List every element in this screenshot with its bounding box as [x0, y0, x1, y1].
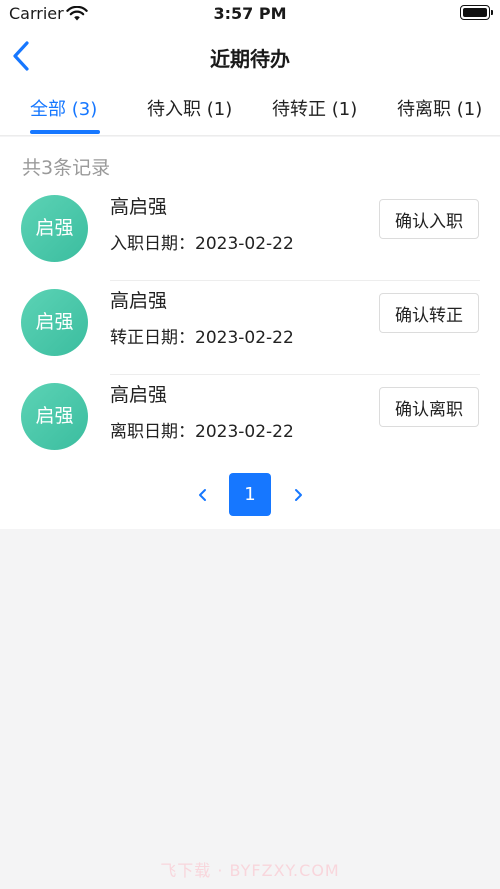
tab-all[interactable]: 全部 (3)	[30, 84, 97, 136]
clock-label: 3:57 PM	[213, 4, 287, 23]
avatar: 启强	[21, 383, 88, 450]
watermark: 飞下载 · BYFZXY.COM	[160, 861, 340, 880]
nav-bar: 近期待办	[0, 28, 500, 84]
battery-icon	[460, 5, 493, 20]
tab-pending-onboard[interactable]: 待入职 (1)	[147, 84, 232, 136]
employee-name: 高启强	[110, 196, 168, 218]
tab-bar: 全部 (3) 待入职 (1) 待转正 (1) 待离职 (1)	[0, 84, 500, 136]
prev-page-icon[interactable]	[193, 485, 213, 505]
tab-pending-resignation[interactable]: 待离职 (1)	[397, 84, 482, 136]
list-item: 启强 高启强 入职日期：2023-02-22 确认入职	[0, 187, 500, 281]
list-item: 启强 高启强 转正日期：2023-02-22 确认转正	[0, 281, 500, 375]
tab-pending-regularization[interactable]: 待转正 (1)	[272, 84, 357, 136]
avatar: 启强	[21, 195, 88, 262]
onboard-date: 入职日期：2023-02-22	[110, 234, 294, 254]
resignation-date: 离职日期：2023-02-22	[110, 422, 294, 442]
page-title: 近期待办	[210, 47, 290, 71]
confirm-resignation-button[interactable]: 确认离职	[379, 387, 479, 427]
confirm-regularization-button[interactable]: 确认转正	[379, 293, 479, 333]
list-item: 启强 高启强 离职日期：2023-02-22 确认离职	[0, 375, 500, 469]
regularization-date: 转正日期：2023-02-22	[110, 328, 294, 348]
avatar: 启强	[21, 289, 88, 356]
todo-list-panel: 共3条记录 启强 高启强 入职日期：2023-02-22 确认入职 启强 高启强…	[0, 137, 500, 529]
employee-name: 高启强	[110, 290, 168, 312]
active-tab-indicator	[30, 130, 100, 134]
pagination: 1	[0, 473, 500, 517]
status-bar: Carrier 3:57 PM	[0, 0, 500, 28]
next-page-icon[interactable]	[288, 485, 308, 505]
record-count: 共3条记录	[22, 157, 111, 179]
confirm-onboard-button[interactable]: 确认入职	[379, 199, 479, 239]
page-number-button[interactable]: 1	[229, 473, 271, 516]
employee-name: 高启强	[110, 384, 168, 406]
